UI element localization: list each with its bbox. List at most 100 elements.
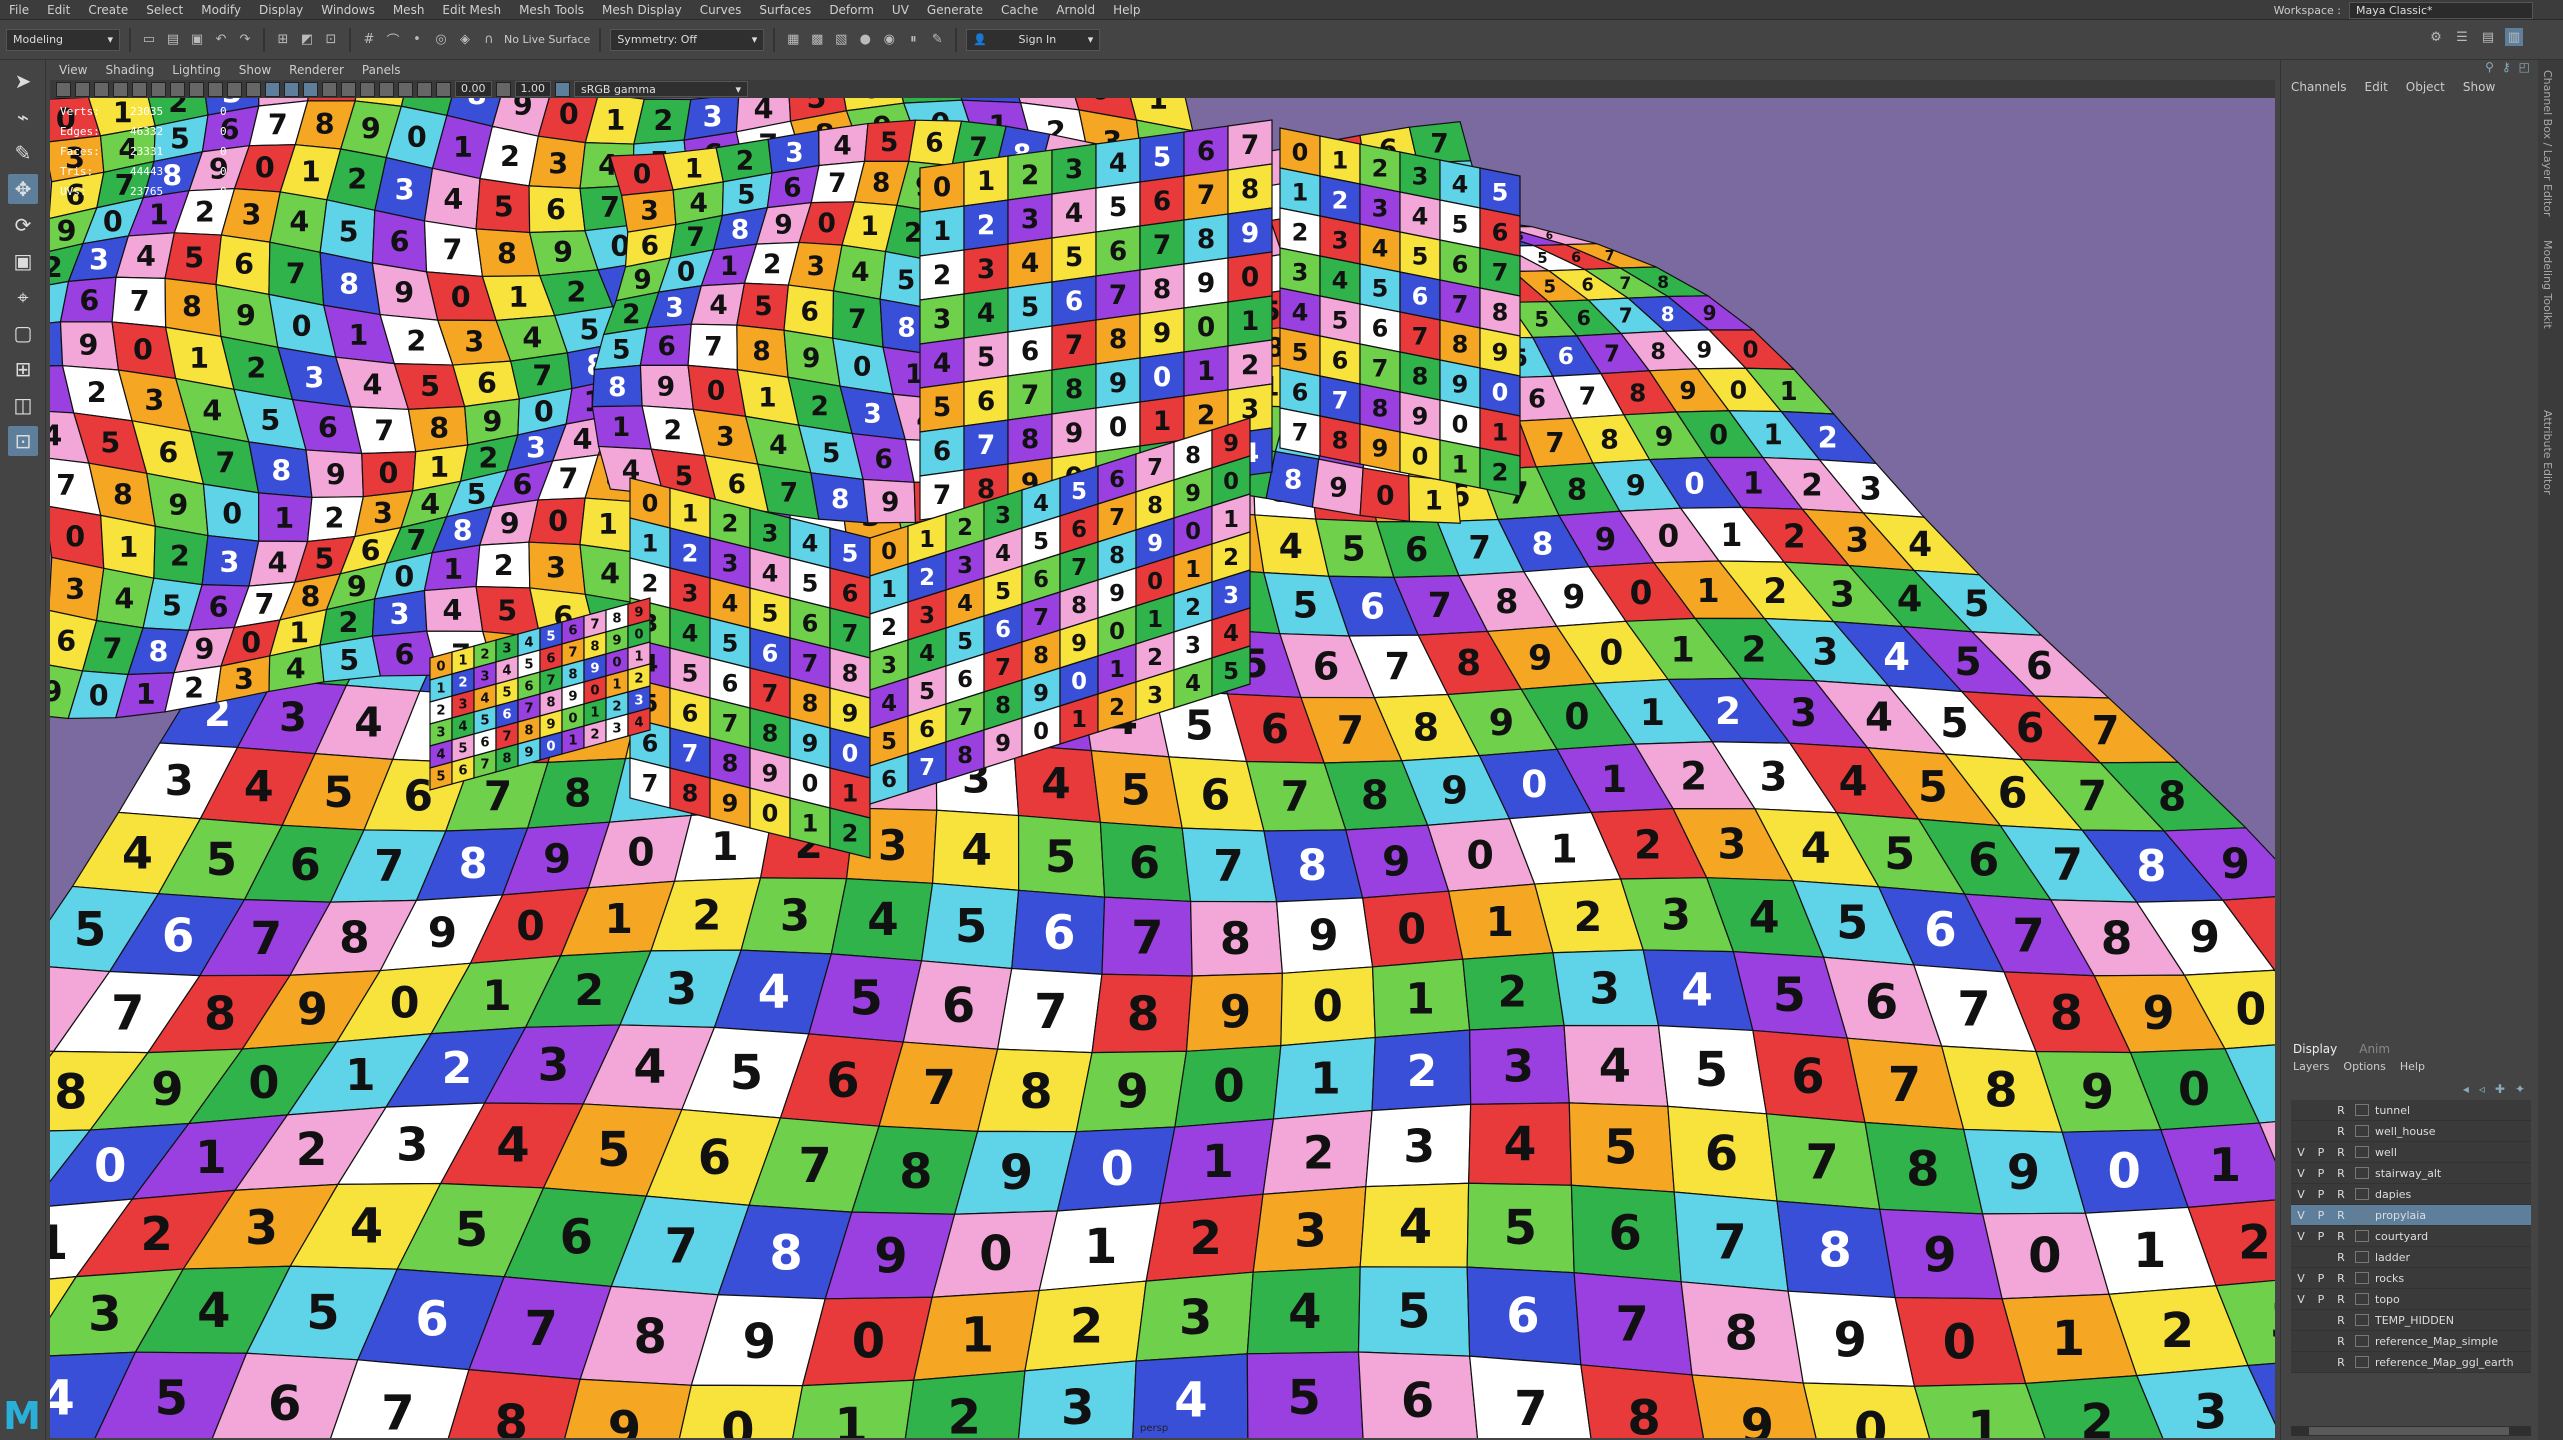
layer-reference-toggle[interactable]: R xyxy=(2331,1356,2351,1369)
layer-row[interactable]: V P Rstairway_alt xyxy=(2291,1163,2531,1184)
layer-row[interactable]: Rladder xyxy=(2291,1247,2531,1268)
new-empty-layer-icon[interactable]: ✚ xyxy=(2495,1082,2505,1096)
viewport-menu-view[interactable]: View xyxy=(50,63,96,77)
side-tab-0[interactable]: Channel Box / Layer Editor xyxy=(2541,70,2554,217)
layer-row[interactable]: Rreference_Map_ggl_earth xyxy=(2291,1352,2531,1373)
layer-name[interactable]: well xyxy=(2375,1146,2397,1159)
layer-name[interactable]: tunnel xyxy=(2375,1104,2410,1117)
layer-row[interactable]: V P Rrocks xyxy=(2291,1268,2531,1289)
render-frame-icon[interactable]: ▦ xyxy=(784,31,802,49)
perspective-viewport[interactable]: 1234567890123456789012345623456789012345… xyxy=(50,98,2275,1438)
layer-reference-toggle[interactable]: R xyxy=(2331,1167,2351,1180)
layer-visibility-toggle[interactable]: V xyxy=(2291,1167,2311,1180)
float-icon[interactable]: ◰ xyxy=(2519,60,2530,74)
layer-reference-toggle[interactable]: R xyxy=(2331,1209,2351,1222)
hypershade-icon[interactable]: ● xyxy=(856,31,874,49)
menu-edit[interactable]: Edit xyxy=(38,3,79,17)
layer-playback-toggle[interactable]: P xyxy=(2311,1188,2331,1201)
color-management-icon[interactable] xyxy=(555,81,570,97)
exposure-field[interactable]: 0.00 xyxy=(455,81,492,97)
menu-surfaces[interactable]: Surfaces xyxy=(750,3,820,17)
menu-create[interactable]: Create xyxy=(79,3,137,17)
menu-modify[interactable]: Modify xyxy=(192,3,250,17)
select-component-icon[interactable]: ⊡ xyxy=(322,31,340,49)
layer-row[interactable]: Rtunnel xyxy=(2291,1100,2531,1121)
channel-box-menu-show[interactable]: Show xyxy=(2463,80,2495,94)
render-settings-icon[interactable]: ▧ xyxy=(832,31,850,49)
layer-color-swatch[interactable] xyxy=(2355,1104,2369,1116)
viewport-menu-shading[interactable]: Shading xyxy=(96,63,163,77)
redo-icon[interactable]: ↷ xyxy=(236,31,254,49)
last-tool-icon[interactable]: ⌖ xyxy=(8,282,38,312)
layer-reference-toggle[interactable]: R xyxy=(2331,1104,2351,1117)
xray-icon[interactable] xyxy=(417,81,432,97)
horizontal-scrollbar[interactable] xyxy=(2291,1426,2531,1436)
viewport-menu-renderer[interactable]: Renderer xyxy=(280,63,353,77)
layer-row[interactable]: Rreference_Map_simple xyxy=(2291,1331,2531,1352)
layer-row[interactable]: V P Rdapies xyxy=(2291,1184,2531,1205)
field-chart-icon[interactable] xyxy=(208,81,223,97)
layer-reference-toggle[interactable]: R xyxy=(2331,1293,2351,1306)
viewport-menu-show[interactable]: Show xyxy=(230,63,280,77)
layer-menu-help[interactable]: Help xyxy=(2400,1060,2425,1073)
layer-reference-toggle[interactable]: R xyxy=(2331,1125,2351,1138)
menu-edit-mesh[interactable]: Edit Mesh xyxy=(433,3,510,17)
snap-view-icon[interactable]: ◎ xyxy=(432,31,450,49)
layer-name[interactable]: stairway_alt xyxy=(2375,1167,2441,1180)
arnold-light-icon[interactable]: ✎ xyxy=(928,31,946,49)
pin-icon[interactable]: ⚲ xyxy=(2485,60,2494,74)
snap-grid-icon[interactable]: # xyxy=(360,31,378,49)
scale-tool-icon[interactable]: ▣ xyxy=(8,246,38,276)
ambient-occlusion-icon[interactable] xyxy=(360,81,375,97)
layer-color-swatch[interactable] xyxy=(2355,1209,2369,1221)
rotate-tool-icon[interactable]: ⟳ xyxy=(8,210,38,240)
layer-reference-toggle[interactable]: R xyxy=(2331,1188,2351,1201)
layer-color-swatch[interactable] xyxy=(2355,1230,2369,1242)
layer-reference-toggle[interactable]: R xyxy=(2331,1146,2351,1159)
wireframe-icon[interactable] xyxy=(246,81,261,97)
layer-menu-options[interactable]: Options xyxy=(2343,1060,2385,1073)
gamma-icon[interactable] xyxy=(495,81,511,97)
four-view-layout-icon[interactable]: ⊞ xyxy=(8,354,38,384)
isolate-select-icon[interactable] xyxy=(398,81,413,97)
bookmarks-icon[interactable] xyxy=(94,81,109,97)
channel-box-menu-channels[interactable]: Channels xyxy=(2291,80,2347,94)
snap-curve-icon[interactable]: ⌒ xyxy=(384,31,402,49)
single-perspective-layout-icon[interactable]: ▢ xyxy=(8,318,38,348)
layer-name[interactable]: TEMP_HIDDEN xyxy=(2375,1314,2454,1327)
layer-playback-toggle[interactable]: P xyxy=(2311,1272,2331,1285)
safe-action-icon[interactable] xyxy=(227,81,242,97)
menu-uv[interactable]: UV xyxy=(883,3,918,17)
layer-playback-toggle[interactable]: P xyxy=(2311,1293,2331,1306)
arnold-ipr-icon[interactable]: ⏸ xyxy=(904,31,922,49)
layer-color-swatch[interactable] xyxy=(2355,1314,2369,1326)
menu-deform[interactable]: Deform xyxy=(820,3,883,17)
layer-row[interactable]: V P Rpropylaia xyxy=(2291,1205,2531,1226)
wireframe-on-shaded-icon[interactable] xyxy=(284,81,299,97)
menu-display[interactable]: Display xyxy=(250,3,312,17)
layer-visibility-toggle[interactable]: V xyxy=(2291,1293,2311,1306)
grid-icon[interactable] xyxy=(132,81,147,97)
layer-row[interactable]: Rwell_house xyxy=(2291,1121,2531,1142)
menu-select[interactable]: Select xyxy=(137,3,192,17)
layer-color-swatch[interactable] xyxy=(2355,1125,2369,1137)
ipr-render-icon[interactable]: ▩ xyxy=(808,31,826,49)
snap-surface-icon[interactable]: ◈ xyxy=(456,31,474,49)
exposure-icon[interactable] xyxy=(436,81,451,97)
channel-box-toggle-icon[interactable]: ▥ xyxy=(2505,28,2523,46)
new-layer-selected-icon[interactable]: ✦ xyxy=(2515,1082,2525,1096)
channel-box-menu-edit[interactable]: Edit xyxy=(2365,80,2388,94)
magnet-icon[interactable]: ∩ xyxy=(480,31,498,49)
menu-cache[interactable]: Cache xyxy=(992,3,1047,17)
persp-outliner-layout-icon[interactable]: ⊡ xyxy=(8,426,38,456)
snap-point-icon[interactable]: • xyxy=(408,31,426,49)
menu-file[interactable]: File xyxy=(0,3,38,17)
layer-name[interactable]: reference_Map_ggl_earth xyxy=(2375,1356,2514,1369)
save-scene-icon[interactable]: ▣ xyxy=(188,31,206,49)
select-camera-icon[interactable] xyxy=(56,81,71,97)
layer-row[interactable]: V P Rwell xyxy=(2291,1142,2531,1163)
image-plane-icon[interactable] xyxy=(113,81,128,97)
film-gate-icon[interactable] xyxy=(151,81,166,97)
layer-menu-layers[interactable]: Layers xyxy=(2293,1060,2329,1073)
side-tab-1[interactable]: Modeling Toolkit xyxy=(2541,240,2554,329)
